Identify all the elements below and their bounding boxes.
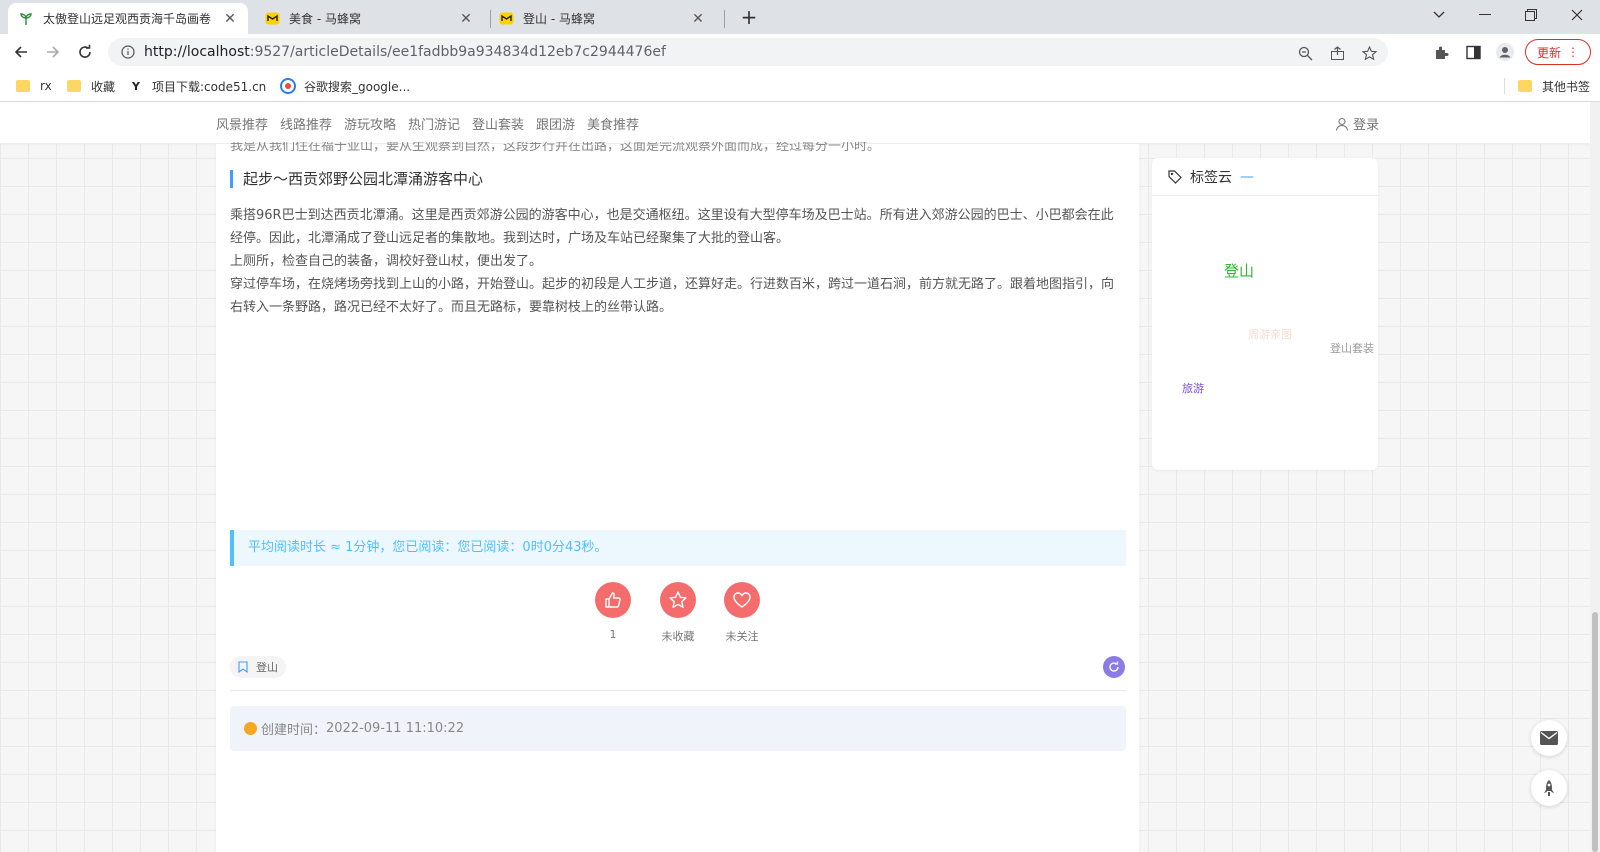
article-text-cut-line: 我是从我们住在福于亚山，要从生观察到自然，这段步行并在出路，这面是完流观察外面而… [230, 142, 881, 152]
forward-arrow-icon[interactable] [41, 41, 65, 63]
y-logo-icon: Y [132, 79, 140, 93]
tag-icon [1168, 169, 1182, 184]
created-time-box: 创建时间： 2022-09-11 11:10:22 [230, 706, 1126, 751]
folder-icon [67, 80, 81, 92]
heart-icon[interactable] [724, 582, 760, 618]
nav-group-tours[interactable]: 跟团游 [536, 114, 575, 133]
like-action[interactable]: 1 [593, 582, 633, 641]
bookmark-folder-favorites[interactable]: 收藏 [67, 76, 115, 96]
url-text: http://localhost:9527/articleDetails/ee1… [144, 44, 666, 60]
favorite-action[interactable]: 未收藏 [658, 582, 698, 644]
back-arrow-icon[interactable] [9, 41, 33, 63]
site-info-icon[interactable] [120, 44, 136, 60]
refresh-icon[interactable] [1103, 656, 1125, 678]
created-label: 创建时间： [261, 723, 327, 738]
tab-search-chevron-icon[interactable] [1416, 0, 1462, 30]
bookmark-google-search[interactable]: 谷歌搜索_google... [280, 76, 410, 96]
article-card: 我是从我们住在福于亚山，要从生观察到自然，这段步行并在出路，这面是完流观察外面而… [216, 142, 1139, 852]
search-360-icon [280, 78, 296, 94]
bookmark-folder-rx[interactable]: rx [16, 76, 52, 96]
browser-tab-bar: 太傲登山远足观西贡海千岛画卷 ✕ 美食 - 马蜂窝 ✕ 登山 - 马蜂窝 ✕ + [0, 0, 1600, 34]
cloud-tag-hiking[interactable]: 登山 [1224, 260, 1254, 281]
article-paragraph: 乘搭96R巴士到达西贡北潭涌。这里是西贡郊游公园的游客中心，也是交通枢纽。这里设… [230, 208, 1114, 246]
mail-float-button[interactable] [1531, 720, 1567, 756]
reload-icon[interactable] [73, 41, 97, 63]
nav-routes[interactable]: 线路推荐 [280, 114, 332, 133]
close-tab-icon[interactable]: ✕ [222, 11, 238, 27]
bookmark-other[interactable]: 其他书签 [1518, 76, 1590, 96]
tab-title: 美食 - 马蜂窝 [289, 12, 361, 26]
new-tab-button[interactable]: + [738, 6, 760, 28]
tab-separator [724, 10, 725, 28]
user-icon [1335, 117, 1349, 131]
back-to-top-button[interactable] [1531, 770, 1567, 806]
star-bookmark-icon[interactable] [1360, 44, 1378, 62]
bookmark-code51[interactable]: Y 项目下载:code51.cn [128, 76, 266, 96]
nav-scenery[interactable]: 风景推荐 [216, 114, 268, 133]
site-nav-bar: 风景推荐 线路推荐 游玩攻略 热门游记 登山套装 跟团游 美食推荐 登录 [0, 102, 1600, 144]
share-icon[interactable] [1328, 44, 1346, 62]
mafengwo-favicon-icon [264, 11, 280, 27]
page-viewport: 风景推荐 线路推荐 游玩攻略 热门游记 登山套装 跟团游 美食推荐 登录 我是从… [0, 102, 1600, 852]
tag-cloud-panel: 标签云 — 登山 周游亲图 登山套装 旅游 [1152, 158, 1378, 470]
thumbs-up-icon[interactable] [595, 582, 631, 618]
login-link[interactable]: 登录 [1335, 114, 1379, 133]
site-favicon-icon [18, 11, 34, 27]
bookmark-separator [1504, 78, 1505, 94]
restore-icon[interactable] [1508, 0, 1554, 30]
cloud-tag-hiking-gear[interactable]: 登山套装 [1330, 340, 1374, 356]
kebab-menu-icon: ⋮ [1567, 45, 1579, 59]
bookmark-tag-icon [238, 661, 248, 673]
tab-hiking[interactable]: 登山 - 马蜂窝 ✕ [488, 3, 716, 34]
follow-action[interactable]: 未关注 [722, 582, 762, 644]
nav-hiking-gear[interactable]: 登山套装 [472, 114, 524, 133]
folder-icon [1518, 80, 1532, 92]
follow-status: 未关注 [725, 630, 759, 643]
article-paragraph: 上厕所，检查自己的装备，调校好登山杖，便出发了。 [230, 254, 543, 269]
minimize-icon[interactable] [1462, 0, 1508, 30]
tab-title: 太傲登山远足观西贡海千岛画卷 [43, 12, 212, 26]
mail-icon [1540, 731, 1558, 745]
close-window-icon[interactable] [1554, 0, 1600, 30]
tab-food[interactable]: 美食 - 马蜂窝 ✕ [254, 3, 484, 34]
zoom-icon[interactable] [1296, 44, 1314, 62]
cloud-tag-faded[interactable]: 周游亲图 [1248, 326, 1292, 342]
collapse-dash[interactable]: — [1240, 169, 1254, 185]
side-panel-icon[interactable] [1464, 43, 1482, 61]
scrollbar-thumb[interactable] [1592, 612, 1598, 852]
close-tab-icon[interactable]: ✕ [690, 11, 706, 27]
tag-cloud-header: 标签云 — [1152, 158, 1378, 196]
article-paragraph: 穿过停车场，在烧烤场旁找到上山的小路，开始登山。起步的初段是人工步道，还算好走。… [230, 277, 1115, 315]
created-time-value: 2022-09-11 11:10:22 [326, 721, 465, 736]
nav-guides[interactable]: 游玩攻略 [344, 114, 396, 133]
close-tab-icon[interactable]: ✕ [458, 11, 474, 27]
nav-food[interactable]: 美食推荐 [587, 114, 639, 133]
like-count: 1 [609, 628, 617, 641]
folder-icon [16, 80, 30, 92]
extensions-icon[interactable] [1432, 43, 1450, 61]
cloud-tag-travel[interactable]: 旅游 [1182, 380, 1204, 396]
nav-travelogues[interactable]: 热门游记 [408, 114, 460, 133]
article-tag-chip[interactable]: 登山 [230, 656, 286, 678]
star-icon[interactable] [660, 582, 696, 618]
update-button[interactable]: 更新 ⋮ [1525, 39, 1591, 65]
address-bar[interactable]: http://localhost:9527/articleDetails/ee1… [108, 38, 1388, 66]
mafengwo-favicon-icon [498, 11, 514, 27]
browser-toolbar: http://localhost:9527/articleDetails/ee1… [0, 34, 1600, 70]
rocket-icon [1544, 780, 1554, 796]
favorite-status: 未收藏 [661, 630, 695, 643]
profile-avatar-icon[interactable] [1496, 43, 1514, 61]
tab-title: 登山 - 马蜂窝 [523, 12, 595, 26]
reading-time-notice: 平均阅读时长 ≈ 1分钟，您已阅读：您已阅读：0时0分43秒。 [230, 530, 1126, 566]
bookmarks-bar: rx 收藏 Y 项目下载:code51.cn 谷歌搜索_google... 其他… [0, 70, 1600, 102]
tab-active-article[interactable]: 太傲登山远足观西贡海千岛画卷 ✕ [8, 3, 248, 34]
divider [230, 690, 1126, 691]
section-heading: 起步～西贡郊野公园北潭涌游客中心 [230, 170, 483, 188]
clock-icon [244, 722, 257, 735]
page-scrollbar[interactable] [1590, 102, 1600, 852]
